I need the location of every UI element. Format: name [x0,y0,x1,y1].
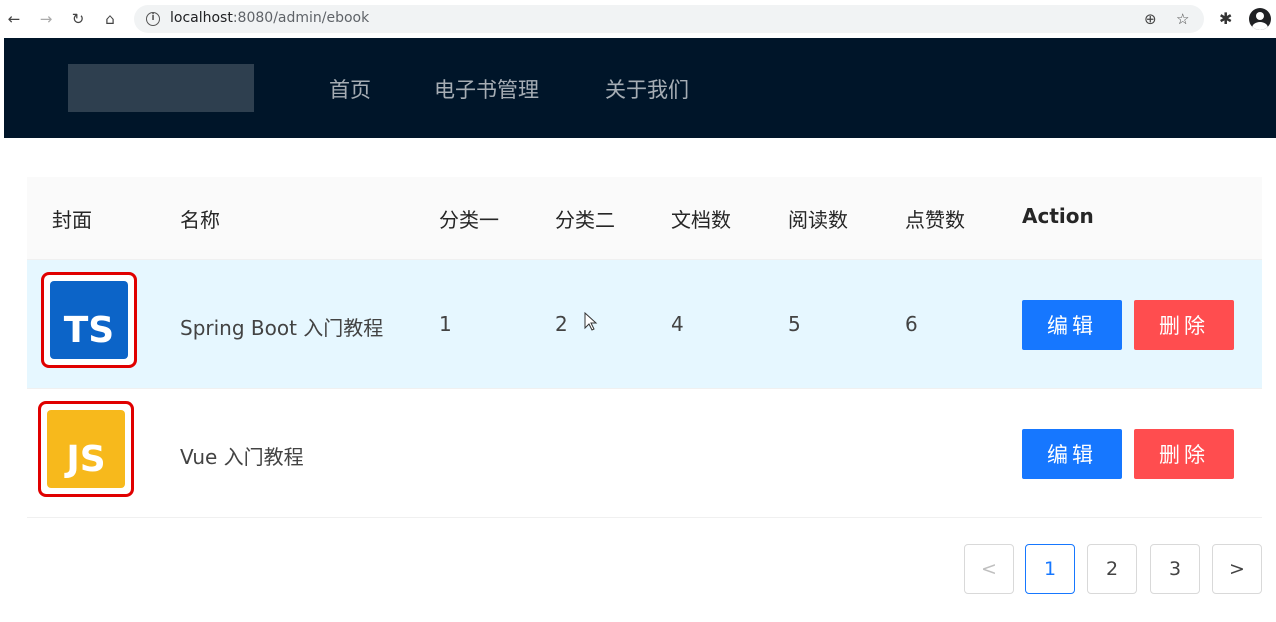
cover-image: JS [38,401,134,497]
pagination-next-button[interactable]: > [1212,544,1262,594]
col-category1: 分类一 [439,208,499,232]
view-count-value: 5 [788,312,801,336]
browser-toolbar: ← → ↻ ⌂ i localhost:8080/admin/ebook ⊕ ☆… [0,0,1276,38]
cover-image: TS [41,272,137,368]
site-info-icon[interactable]: i [146,12,160,26]
col-cover: 封面 [52,208,92,232]
menu-item-home[interactable]: 首页 [329,74,371,104]
logo [68,64,254,112]
category2-value: 2 [555,312,568,336]
ebook-name: Vue 入门教程 [180,445,304,469]
extensions-puzzle-icon[interactable]: ✱ [1219,9,1232,28]
menu-item-ebook-admin[interactable]: 电子书管理 [434,74,539,104]
menu-item-about[interactable]: 关于我们 [605,74,689,104]
edit-button[interactable]: 编辑 [1022,300,1122,350]
delete-button[interactable]: 删除 [1134,429,1234,479]
table-header: 封面 名称 分类一 分类二 文档数 阅读数 点赞数 Action [27,177,1262,260]
edit-button[interactable]: 编辑 [1022,429,1122,479]
ebook-table: 封面 名称 分类一 分类二 文档数 阅读数 点赞数 Action TS Spri… [27,177,1262,518]
pagination-page-2[interactable]: 2 [1087,544,1137,594]
back-arrow-icon[interactable]: ← [4,9,24,29]
ebook-name: Spring Boot 入门教程 [180,316,384,340]
bookmark-star-icon[interactable]: ☆ [1176,10,1189,28]
profile-avatar-icon[interactable] [1249,8,1271,30]
pagination-prev-button[interactable]: < [964,544,1014,594]
category1-value: 1 [439,312,452,336]
pagination-page-1[interactable]: 1 [1025,544,1075,594]
address-bar[interactable]: i localhost:8080/admin/ebook ⊕ ☆ [134,5,1204,33]
doc-count-value: 4 [671,312,684,336]
javascript-logo-icon: JS [47,410,125,488]
col-category2: 分类二 [555,208,615,232]
table-row: TS Spring Boot 入门教程 1 2 4 5 6 编辑 删除 [27,260,1262,389]
home-icon[interactable]: ⌂ [100,9,120,29]
reload-icon[interactable]: ↻ [68,9,88,29]
url-text: localhost:8080/admin/ebook [170,10,370,26]
col-view-count: 阅读数 [788,208,848,232]
app-header: 首页 电子书管理 关于我们 [4,38,1276,138]
col-name: 名称 [180,208,220,232]
zoom-icon[interactable]: ⊕ [1144,10,1157,28]
mouse-cursor-icon [584,312,598,331]
table-row: JS Vue 入门教程 编辑 删除 [27,389,1262,518]
delete-button[interactable]: 删除 [1134,300,1234,350]
typescript-logo-icon: TS [50,281,128,359]
vote-count-value: 6 [905,312,918,336]
col-action: Action [1022,204,1094,228]
col-doc-count: 文档数 [671,208,731,232]
col-vote-count: 点赞数 [905,208,965,232]
pagination-page-3[interactable]: 3 [1150,544,1200,594]
forward-arrow-icon[interactable]: → [36,9,56,29]
